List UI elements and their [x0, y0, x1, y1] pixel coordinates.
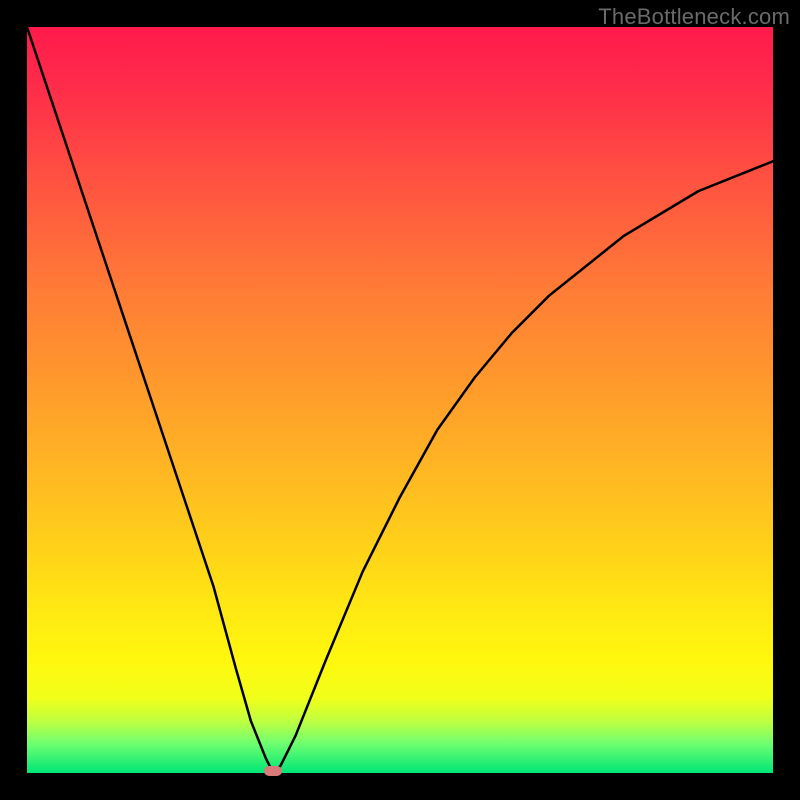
watermark-text: TheBottleneck.com: [598, 4, 790, 30]
minimum-marker: [264, 766, 282, 776]
chart-plot-area: [27, 27, 773, 773]
